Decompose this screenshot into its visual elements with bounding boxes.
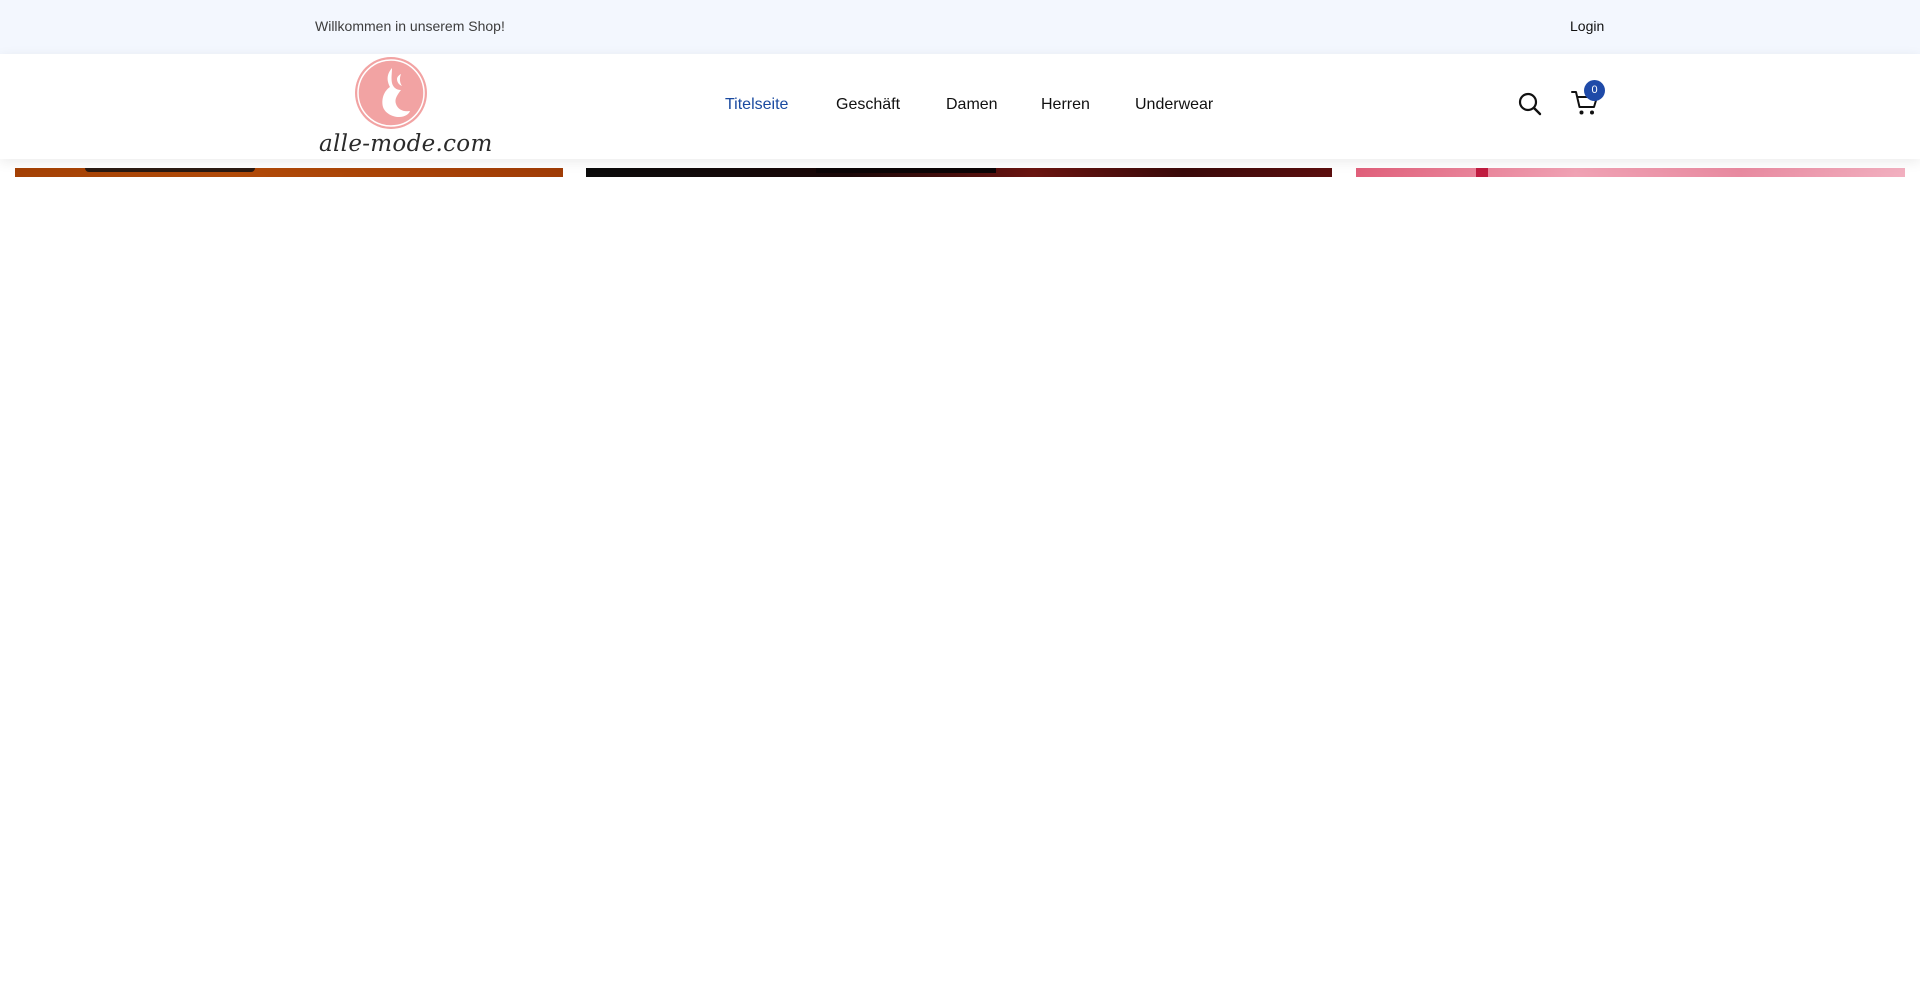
cart-count-badge: 0 bbox=[1584, 80, 1605, 101]
nav-item-home[interactable]: Titelseite bbox=[725, 96, 788, 114]
login-link[interactable]: Login bbox=[1570, 18, 1604, 34]
search-button[interactable] bbox=[1518, 92, 1542, 121]
banner-1[interactable] bbox=[15, 168, 563, 177]
nav-item-women[interactable]: Damen bbox=[946, 96, 998, 114]
banner-3[interactable] bbox=[1356, 168, 1905, 177]
banner-2[interactable] bbox=[586, 168, 1332, 177]
site-logo[interactable]: alle-mode.com bbox=[315, 56, 493, 160]
top-bar: Willkommen in unserem Shop! Login bbox=[0, 0, 1920, 54]
logo-wordmark: alle-mode.com bbox=[319, 131, 493, 157]
nav-item-men[interactable]: Herren bbox=[1041, 96, 1090, 114]
welcome-message: Willkommen in unserem Shop! bbox=[315, 18, 505, 34]
nav-item-underwear[interactable]: Underwear bbox=[1135, 96, 1213, 114]
nav-item-shop[interactable]: Geschäft bbox=[836, 96, 900, 114]
search-icon bbox=[1518, 92, 1542, 116]
logo-emblem bbox=[355, 57, 427, 129]
